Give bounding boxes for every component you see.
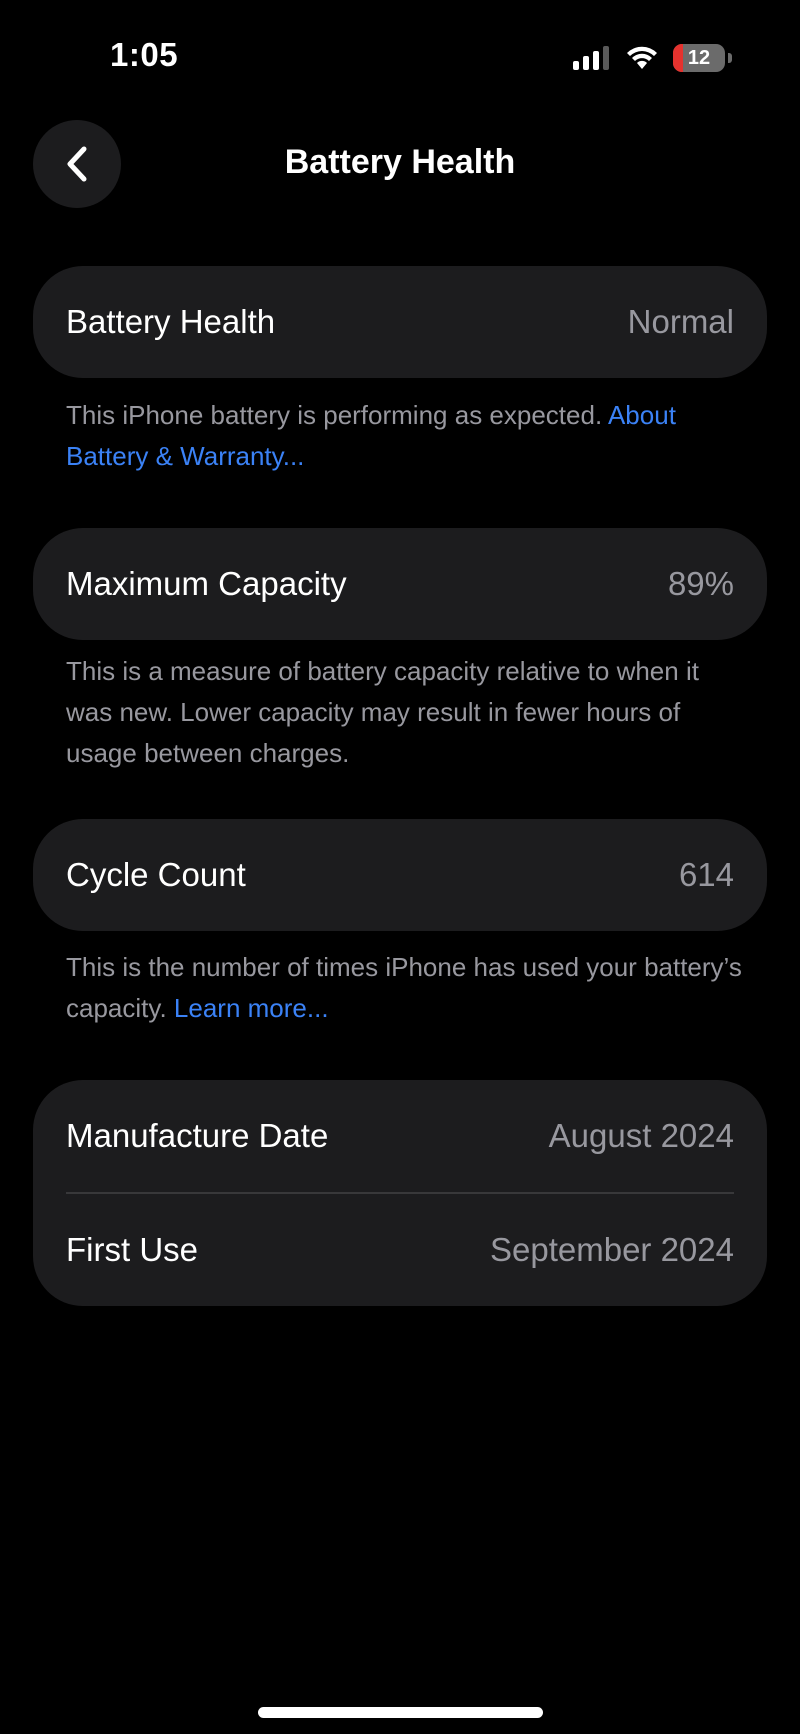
battery-percentage: 12 bbox=[687, 46, 711, 69]
maximum-capacity-row: Maximum Capacity 89% bbox=[33, 528, 767, 640]
battery-health-footnote: This iPhone battery is performing as exp… bbox=[66, 395, 746, 477]
battery-health-row[interactable]: Battery Health Normal bbox=[33, 266, 767, 378]
page-title: Battery Health bbox=[284, 143, 516, 181]
cycle-count-row: Cycle Count 614 bbox=[33, 819, 767, 931]
manufacture-date-row: Manufacture Date August 2024 bbox=[33, 1080, 767, 1192]
cellular-signal-icon bbox=[573, 46, 609, 70]
battery-health-value: Normal bbox=[627, 303, 734, 340]
battery-icon: 12 bbox=[673, 44, 725, 72]
status-time: 1:05 bbox=[110, 36, 179, 73]
maximum-capacity-value: 89% bbox=[667, 565, 734, 602]
cycle-count-card: Cycle Count 614 bbox=[33, 819, 767, 931]
cycle-count-label: Cycle Count bbox=[66, 856, 246, 893]
battery-health-card[interactable]: Battery Health Normal bbox=[33, 266, 767, 378]
battery-tip bbox=[728, 53, 732, 63]
status-icons: 12 bbox=[573, 42, 732, 74]
maximum-capacity-label: Maximum Capacity bbox=[66, 565, 347, 602]
wifi-icon bbox=[627, 46, 657, 69]
home-indicator[interactable] bbox=[258, 1707, 543, 1718]
maximum-capacity-footnote: This is a measure of battery capacity re… bbox=[66, 656, 699, 768]
learn-more-link[interactable]: Learn more... bbox=[174, 993, 329, 1023]
battery-dates-card: Manufacture Date August 2024 First Use S… bbox=[33, 1080, 767, 1306]
status-bar: 1:05 12 bbox=[0, 0, 800, 120]
battery-health-footnote-text: This iPhone battery is performing as exp… bbox=[66, 400, 603, 430]
manufacture-date-value: August 2024 bbox=[548, 1117, 734, 1154]
first-use-row: First Use September 2024 bbox=[33, 1194, 767, 1306]
cycle-count-value: 614 bbox=[678, 856, 734, 893]
manufacture-date-label: Manufacture Date bbox=[66, 1117, 329, 1154]
battery-health-label: Battery Health bbox=[66, 303, 276, 340]
first-use-label: First Use bbox=[66, 1231, 198, 1268]
maximum-capacity-card: Maximum Capacity 89% bbox=[33, 528, 767, 640]
cycle-count-footnote: This is the number of times iPhone has u… bbox=[66, 947, 746, 1029]
cycle-count-footnote-text: This is the number of times iPhone has u… bbox=[66, 952, 742, 1023]
first-use-value: September 2024 bbox=[489, 1231, 734, 1268]
battery-level-fill bbox=[673, 44, 683, 72]
